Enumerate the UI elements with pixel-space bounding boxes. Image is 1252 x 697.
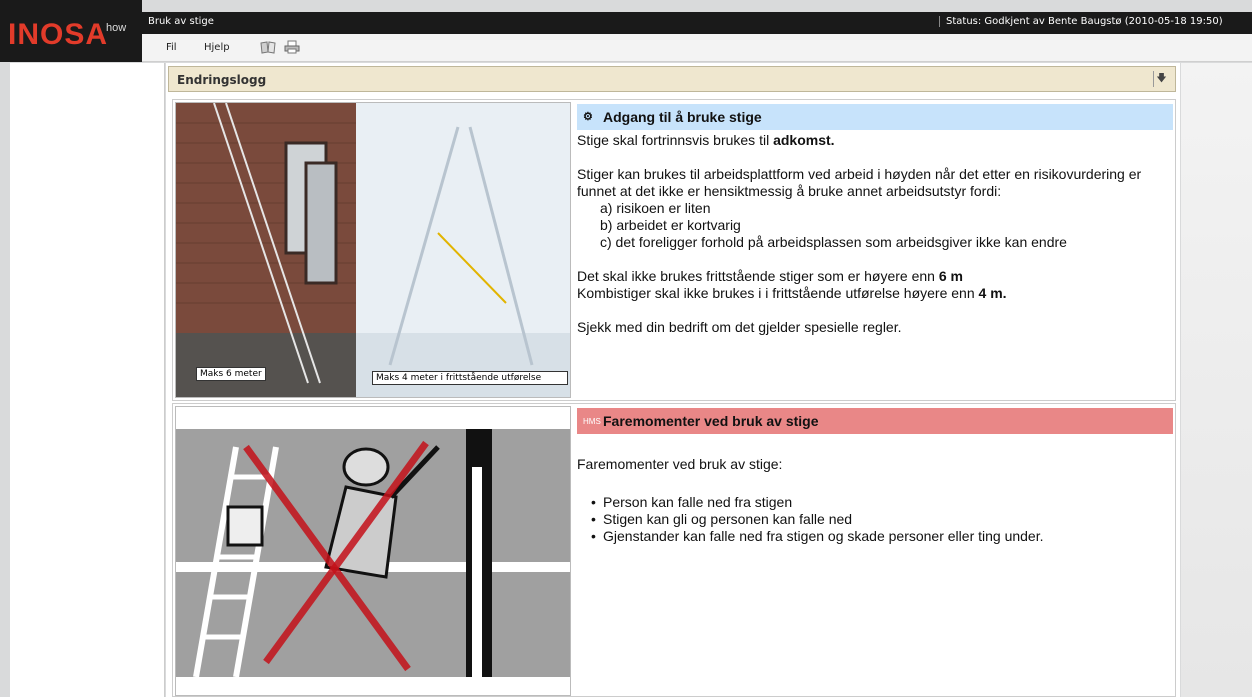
hazard-illustration — [175, 406, 571, 696]
changelog-label: Endringslogg — [177, 73, 267, 87]
section-title: Faremomenter ved bruk av stige — [603, 413, 819, 429]
list-item-a: a) risikoen er liten — [600, 200, 711, 216]
rule-2: Kombistiger skal ikke brukes i i frittst… — [577, 285, 1173, 302]
hazard-list: Person kan falle ned fra stigen Stigen k… — [577, 494, 1173, 545]
section-title: Adgang til å bruke stige — [603, 109, 762, 125]
ladder-photo: Maks 6 meter Maks 4 meter i frittstående… — [175, 102, 571, 398]
rule-1-text: Det skal ikke brukes frittstående stiger… — [577, 268, 939, 284]
list-item-b: b) arbeidet er kortvarig — [600, 217, 741, 233]
print-icon[interactable] — [284, 40, 300, 54]
brand-suffix: how — [106, 22, 127, 34]
section-body-access: Stige skal fortrinnsvis brukes til adkom… — [577, 132, 1173, 336]
section-ladder-access: Maks 6 meter Maks 4 meter i frittstående… — [172, 99, 1176, 401]
brand-name: INOSA — [8, 18, 109, 51]
rule-1-bold: 6 m — [938, 268, 963, 284]
changelog-header[interactable]: Endringslogg 🡇 — [168, 66, 1176, 92]
main-content: Endringslogg 🡇 Maks 6 meter Maks 4 meter… — [166, 63, 1180, 697]
right-panel — [1181, 63, 1252, 697]
logo: INOSA how — [0, 0, 142, 62]
list-item-c: c) det foreligger forhold på arbeidsplas… — [600, 234, 1067, 250]
note: Sjekk med din bedrift om det gjelder spe… — [577, 319, 902, 335]
list-item: Gjenstander kan falle ned fra stigen og … — [591, 528, 1173, 545]
expand-icon[interactable]: 🡇 — [1153, 71, 1169, 87]
caption-max-6m: Maks 6 meter — [196, 367, 266, 381]
status-text: Status: Godkjent av Bente Baugstø (2010-… — [939, 16, 1223, 27]
hms-icon: HMS — [583, 417, 601, 426]
rule-2-bold: 4 m. — [978, 285, 1007, 301]
section-header-access: ⚙ Adgang til å bruke stige — [577, 104, 1173, 130]
menu-bar: Fil Hjelp — [142, 34, 1252, 62]
list-item: Stigen kan gli og personen kan falle ned — [591, 511, 1173, 528]
section-hazards: HMS Faremomenter ved bruk av stige Farem… — [172, 403, 1176, 697]
intro-line: Stige skal fortrinnsvis brukes til adkom… — [577, 132, 1173, 149]
rule-2-text: Kombistiger skal ikke brukes i i frittst… — [577, 285, 979, 301]
section-body-hazards: Faremomenter ved bruk av stige: Person k… — [577, 456, 1173, 545]
menu-fil[interactable]: Fil — [166, 42, 177, 53]
book-icon[interactable] — [260, 40, 276, 54]
menu-hjelp[interactable]: Hjelp — [204, 42, 230, 53]
intro-bold: adkomst. — [773, 132, 835, 148]
list-item: Person kan falle ned fra stigen — [591, 494, 1173, 511]
left-panel — [10, 63, 165, 697]
caption-max-4m: Maks 4 meter i frittstående utførelse — [372, 371, 568, 385]
hazards-intro: Faremomenter ved bruk av stige: — [577, 456, 783, 472]
section-header-hazards: HMS Faremomenter ved bruk av stige — [577, 408, 1173, 434]
rule-1: Det skal ikke brukes frittstående stiger… — [577, 268, 1173, 285]
intro-text: Stige skal fortrinnsvis brukes til — [577, 132, 774, 148]
paragraph: Stiger kan brukes til arbeidsplattform v… — [577, 166, 1142, 199]
title-bar: Bruk av stige Status: Godkjent av Bente … — [142, 12, 1252, 34]
gears-icon: ⚙ — [583, 111, 593, 123]
window-title: Bruk av stige — [148, 16, 214, 27]
